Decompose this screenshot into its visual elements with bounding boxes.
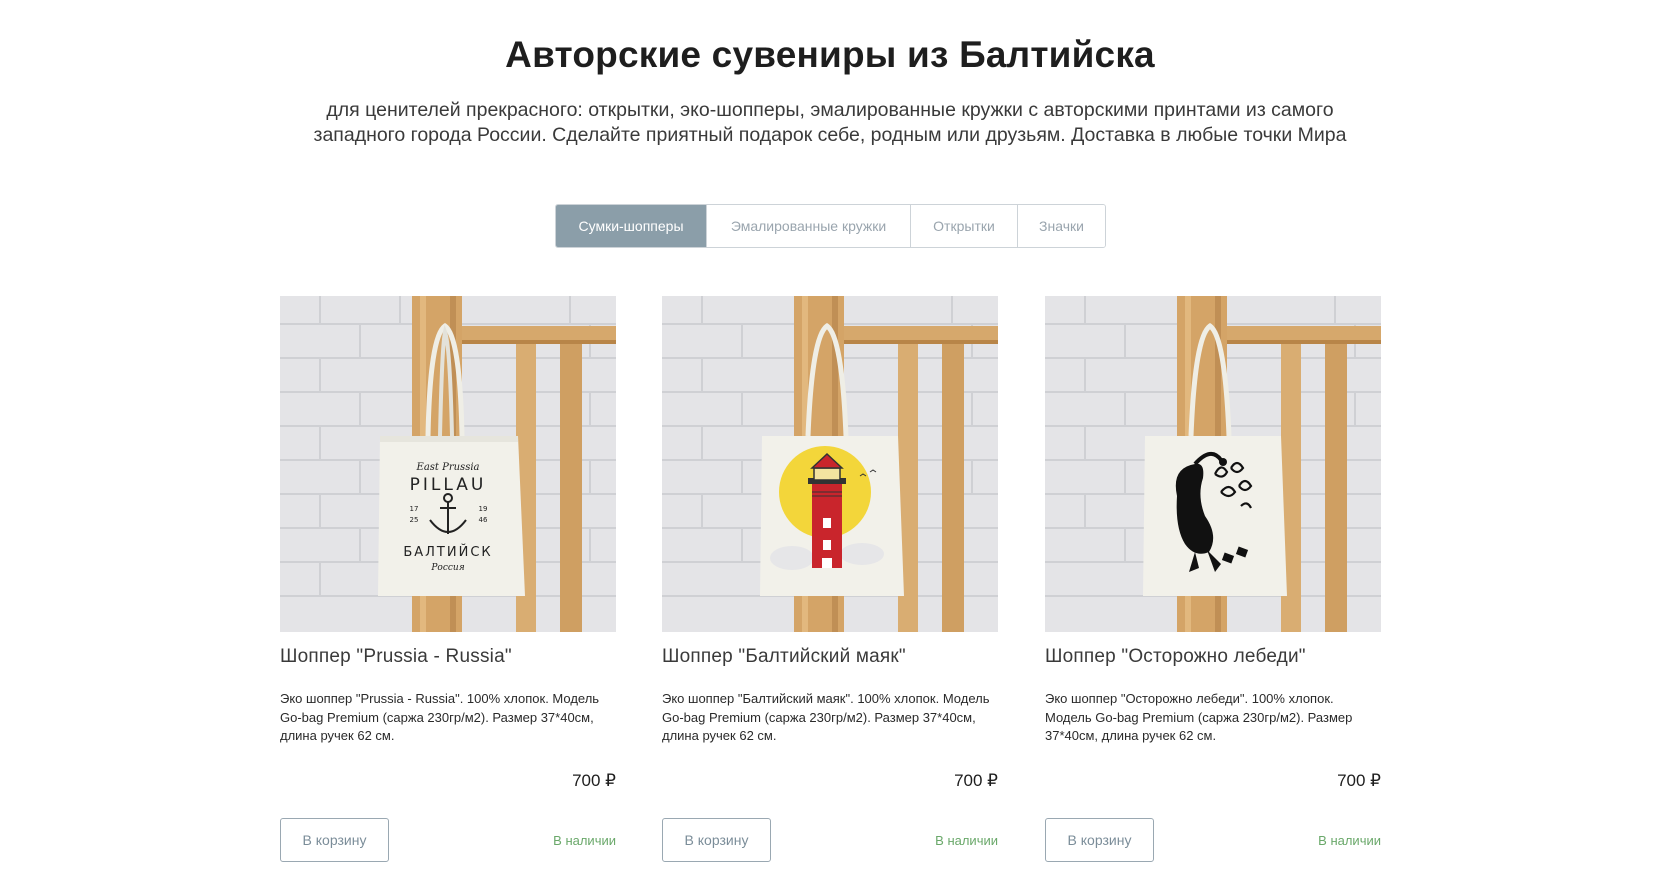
product-price: 700 ₽ — [954, 771, 998, 790]
product-title[interactable]: Шоппер "Осторожно лебеди" — [1045, 644, 1381, 670]
print-year-3: 19 — [479, 505, 488, 513]
product-card: East Prussia PILLAU 17 25 19 46 БАЛТИЙСК… — [280, 296, 616, 862]
add-to-cart-button[interactable]: В корзину — [280, 818, 389, 862]
print-year-2: 25 — [410, 516, 419, 524]
product-photo[interactable] — [662, 296, 998, 632]
product-photo-svg — [662, 296, 998, 632]
product-footer: В корзину В наличии — [1045, 818, 1381, 862]
stock-status: В наличии — [553, 832, 616, 848]
subtitle-line-2: западного города России. Сделайте приятн… — [313, 124, 1347, 146]
print-text-2: PILLAU — [410, 475, 487, 495]
product-title[interactable]: Шоппер "Балтийский маяк" — [662, 644, 998, 670]
print-text-1: East Prussia — [416, 462, 480, 473]
product-photo[interactable] — [1045, 296, 1381, 632]
print-text-3: БАЛТИЙСК — [403, 544, 492, 560]
page-subtitle: для ценителей прекрасного: открытки, эко… — [280, 98, 1380, 148]
product-price: 700 ₽ — [572, 771, 616, 790]
product-description: Эко шоппер "Prussia - Russia". 100% хлоп… — [280, 691, 600, 743]
tab-enamel-mugs[interactable]: Эмалированные кружки — [706, 205, 910, 247]
tab-shoppers[interactable]: Сумки-шопперы — [556, 205, 706, 247]
print-year-4: 46 — [479, 516, 488, 524]
print-year-1: 17 — [410, 505, 419, 513]
page: Авторские сувениры из Балтийска для цени… — [0, 0, 1660, 880]
stock-status: В наличии — [1318, 832, 1381, 848]
subtitle-line-1: для ценителей прекрасного: открытки, эко… — [326, 99, 1334, 121]
page-title: Авторские сувениры из Балтийска — [505, 34, 1155, 75]
product-price: 700 ₽ — [1337, 771, 1381, 790]
product-footer: В корзину В наличии — [662, 818, 998, 862]
product-photo-svg — [1045, 296, 1381, 632]
product-card: Шоппер "Балтийский маяк" Эко шоппер "Бал… — [662, 296, 998, 862]
product-photo-svg: East Prussia PILLAU 17 25 19 46 БАЛТИЙСК… — [280, 296, 616, 632]
add-to-cart-button[interactable]: В корзину — [662, 818, 771, 862]
tab-postcards[interactable]: Открытки — [910, 205, 1017, 247]
category-tabs: Сумки-шопперы Эмалированные кружки Откры… — [555, 204, 1106, 248]
product-footer: В корзину В наличии — [280, 818, 616, 862]
product-photo[interactable]: East Prussia PILLAU 17 25 19 46 БАЛТИЙСК… — [280, 296, 616, 632]
print-text-4: Россия — [430, 563, 464, 573]
tab-badges[interactable]: Значки — [1017, 205, 1105, 247]
product-title[interactable]: Шоппер "Prussia - Russia" — [280, 644, 616, 670]
product-card: Шоппер "Осторожно лебеди" Эко шоппер "Ос… — [1045, 296, 1381, 862]
stock-status: В наличии — [935, 832, 998, 848]
product-description: Эко шоппер "Балтийский маяк". 100% хлопо… — [662, 691, 990, 743]
add-to-cart-button[interactable]: В корзину — [1045, 818, 1154, 862]
product-description: Эко шоппер "Осторожно лебеди". 100% хлоп… — [1045, 691, 1353, 743]
